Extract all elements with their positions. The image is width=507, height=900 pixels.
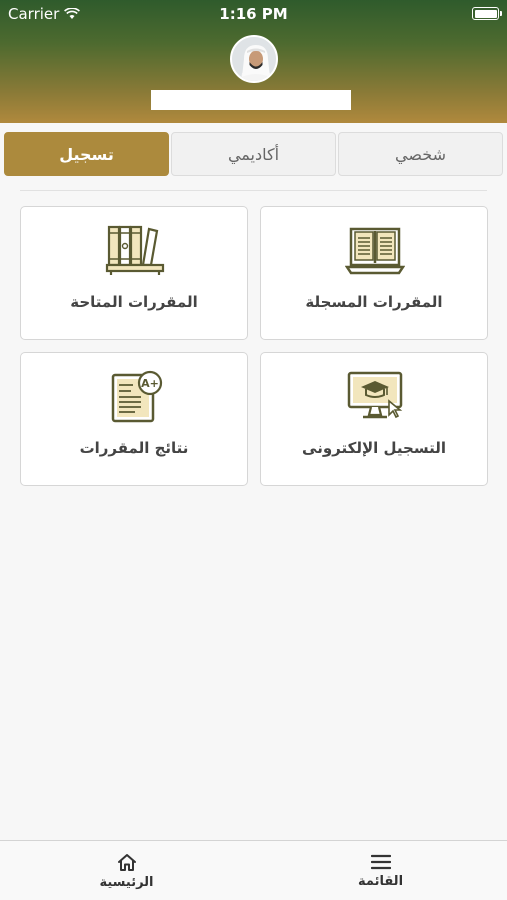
status-bar: Carrier 1:16 PM bbox=[0, 0, 507, 28]
tab-registration[interactable]: تسجيل bbox=[4, 132, 169, 176]
profile-header: Carrier 1:16 PM bbox=[0, 0, 507, 123]
card-label: المقررات المتاحة bbox=[70, 293, 198, 311]
home-icon bbox=[117, 853, 136, 871]
menu-button[interactable]: القائمة bbox=[254, 841, 507, 900]
home-label: الرئيسية bbox=[99, 874, 154, 890]
bottom-nav: القائمة الرئيسية bbox=[0, 840, 507, 900]
books-shelf-icon bbox=[105, 225, 165, 275]
tab-personal[interactable]: شخصي bbox=[338, 132, 503, 176]
card-e-registration[interactable]: التسجيل الإلكترونى bbox=[260, 352, 488, 486]
home-button[interactable]: الرئيسية bbox=[0, 841, 253, 900]
card-label: التسجيل الإلكترونى bbox=[302, 439, 446, 457]
card-course-results[interactable]: A+ نتائج المقررات bbox=[20, 352, 248, 486]
card-label: نتائج المقررات bbox=[79, 439, 189, 457]
clock: 1:16 PM bbox=[219, 5, 288, 23]
card-available-courses[interactable]: المقررات المتاحة bbox=[20, 206, 248, 340]
svg-text:A+: A+ bbox=[141, 377, 159, 390]
battery-icon bbox=[472, 7, 502, 20]
card-label: المقررات المسجلة bbox=[305, 293, 443, 311]
tab-academic[interactable]: أكاديمي bbox=[171, 132, 336, 176]
graduation-monitor-icon bbox=[347, 371, 403, 419]
user-name-field bbox=[151, 90, 351, 110]
card-registered-courses[interactable]: المقررات المسجلة bbox=[260, 206, 488, 340]
grade-report-icon: A+ bbox=[111, 370, 163, 423]
hamburger-icon bbox=[370, 854, 391, 869]
menu-label: القائمة bbox=[357, 873, 404, 889]
divider bbox=[20, 190, 487, 191]
user-photo bbox=[232, 37, 276, 81]
section-tabs: شخصي أكاديمي تسجيل bbox=[4, 132, 503, 176]
avatar[interactable] bbox=[230, 35, 278, 83]
open-book-icon bbox=[345, 227, 405, 275]
